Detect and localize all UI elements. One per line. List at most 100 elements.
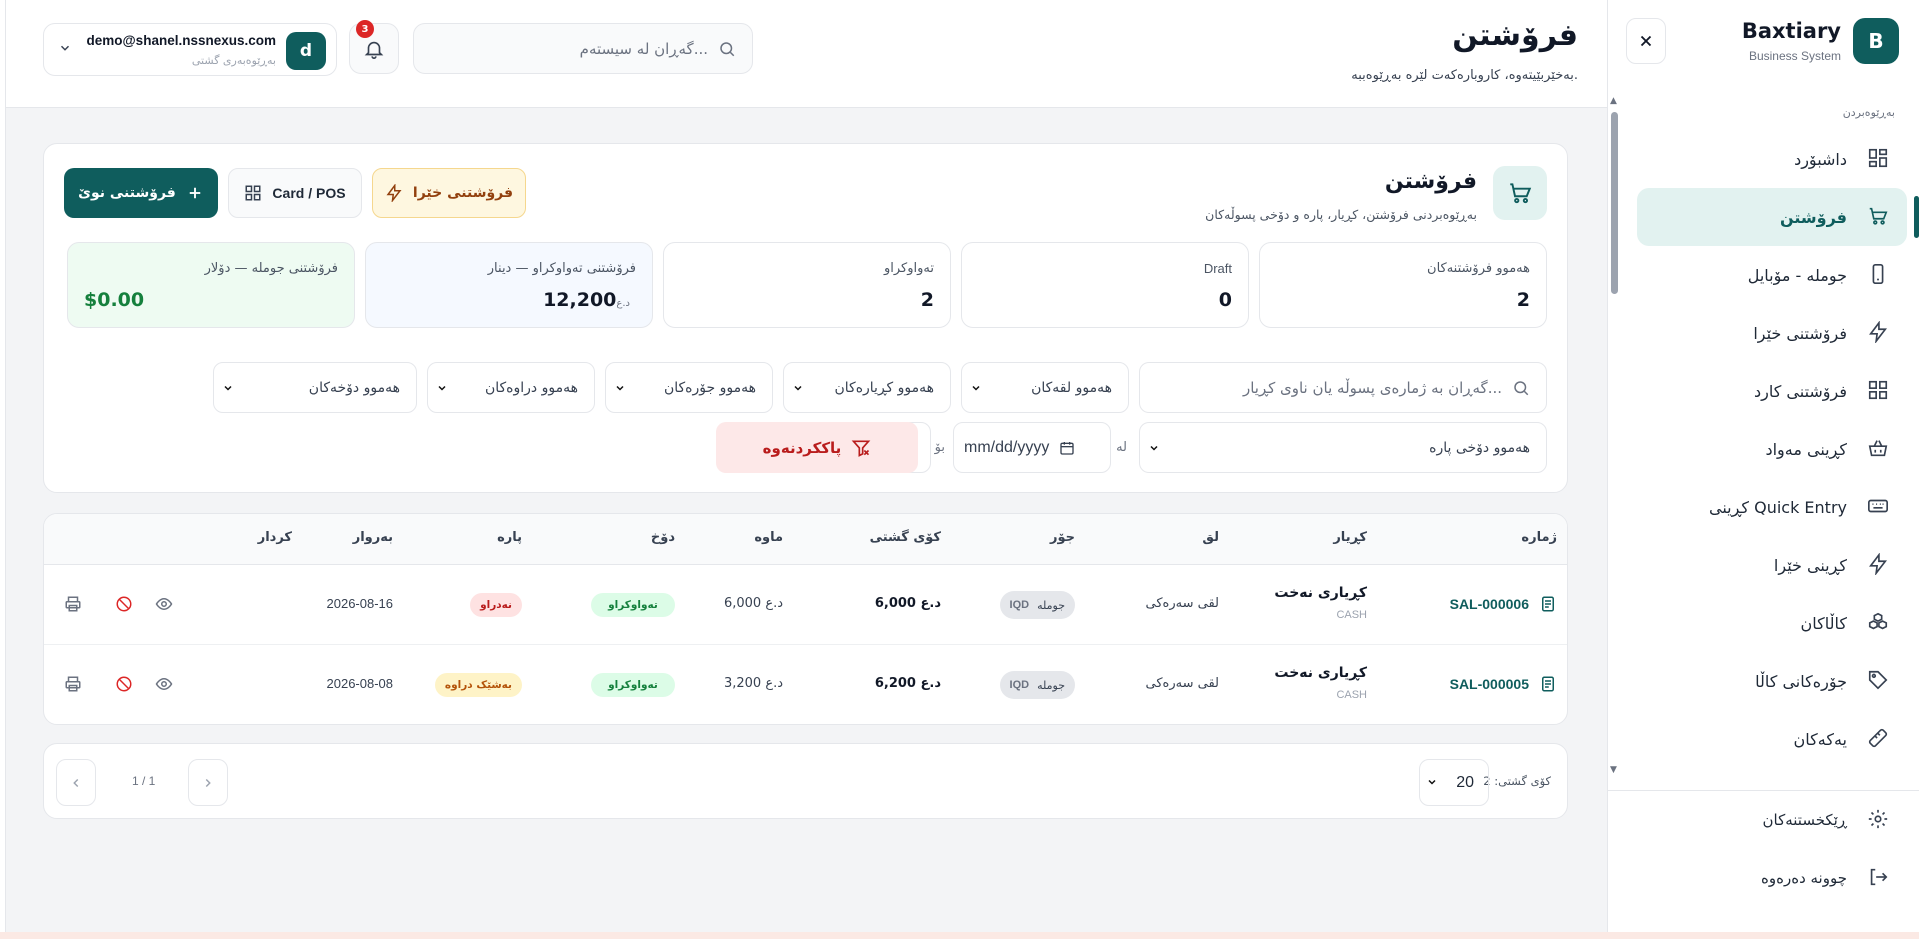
per-page-select[interactable]: 20: [1419, 759, 1489, 806]
currency-label: د.ع: [616, 298, 630, 309]
type-select[interactable]: هەموو جۆرەکان: [605, 362, 773, 413]
sidebar-item-dashboard[interactable]: داشبۆرد: [1607, 130, 1919, 188]
col-status: دۆخ: [650, 530, 675, 545]
main-area: فرۆشتن بەخێربێیتەوە، کاروبارەکەت لێرە بە…: [5, 0, 1607, 939]
branch-name: لقی سەرەکی: [1145, 676, 1219, 691]
payment-status-value: هەموو دۆخی پارە: [1429, 439, 1530, 456]
global-search-input[interactable]: گەڕان لە سیستەم...: [413, 23, 753, 74]
branch-select[interactable]: هەموو لقەکان: [961, 362, 1129, 413]
view-eye-icon[interactable]: [155, 675, 175, 695]
view-eye-icon[interactable]: [155, 595, 175, 615]
customer-select[interactable]: هەموو کڕیارەکان: [783, 362, 951, 413]
sidebar-item-purchase-materials[interactable]: کڕینی مەواد: [1607, 420, 1919, 478]
sidebar-item-wholesale-mobile[interactable]: جوملە - مۆبایل: [1607, 246, 1919, 304]
remaining-value: 3,200 د.ع: [723, 676, 783, 691]
sidebar-item-label: کڕینی مەواد: [1765, 439, 1847, 459]
sale-number-link[interactable]: SAL-000005: [1450, 676, 1529, 692]
sales-search-input[interactable]: گەڕان بە ژمارەی پسوڵە یان ناوی کڕیار...: [1139, 362, 1547, 413]
brand: Baxtiary Business System B: [1742, 18, 1899, 64]
stat-value-wrap: د.ع12,200: [543, 289, 636, 311]
next-page-button[interactable]: [188, 759, 228, 806]
new-sale-button[interactable]: فرۆشتنی نوێ: [64, 168, 218, 218]
pagination-bar: کۆی گشتی: 2 20 1 / 1: [43, 743, 1568, 819]
lightning-icon: [1867, 553, 1891, 577]
sale-number-link[interactable]: SAL-000006: [1450, 596, 1529, 612]
date-from-label: لە: [1116, 440, 1127, 455]
quick-sale-button[interactable]: فرۆشتنی خێرا: [372, 168, 526, 218]
ruler-icon: [1867, 727, 1891, 751]
sidebar-item-label: جوملە - مۆبایل: [1747, 265, 1847, 285]
user-email: demo@shanel.nssnexus.com: [86, 33, 276, 48]
sales-title: فرۆشتن: [1384, 169, 1477, 194]
chevron-left-icon: [69, 776, 83, 790]
grid-icon: [244, 184, 262, 202]
sidebar-item-sales[interactable]: فرۆشتن: [1637, 188, 1919, 246]
sidebar-item-label: فرۆشتنی کارد: [1753, 381, 1847, 401]
close-icon: [1637, 32, 1655, 50]
notifications-button[interactable]: 3: [349, 20, 399, 74]
type-select-value: هەموو جۆرەکان: [663, 379, 756, 396]
sidebar-item-settings[interactable]: ڕێکخستنەکان: [1607, 791, 1919, 849]
print-icon[interactable]: [64, 675, 84, 695]
boxes-icon: [1867, 611, 1891, 635]
dashboard-grid-icon: [1867, 147, 1891, 171]
currency-select[interactable]: هەموو دراوەکان: [427, 362, 595, 413]
payment-badge: بەشێک دراوە: [434, 673, 522, 697]
sidebar-item-label: ڕێکخستنەکان: [1762, 811, 1848, 829]
type-currency: IQD: [1009, 679, 1030, 691]
cart-icon: [1493, 166, 1547, 220]
sidebar-item-product-types[interactable]: جۆرەکانی کاڵا: [1607, 652, 1919, 710]
sidebar-item-units[interactable]: یەکەکان: [1607, 710, 1919, 768]
brand-name: Baxtiary: [1741, 19, 1841, 43]
lightning-icon: [385, 184, 403, 202]
sales-subtitle: بەڕێوەبردنی فرۆشتن، کڕیار، پارە و دۆخی پ…: [1205, 207, 1477, 222]
print-icon[interactable]: [64, 595, 84, 615]
prev-page-button[interactable]: [56, 759, 96, 806]
status-select[interactable]: هەموو دۆخەکان: [213, 362, 417, 413]
total-count-label: کۆی گشتی: 2: [1483, 774, 1551, 788]
quick-sale-label: فرۆشتنی خێرا: [412, 185, 514, 201]
new-sale-label: فرۆشتنی نوێ: [78, 185, 176, 201]
sidebar-item-products[interactable]: کاڵاکان: [1607, 594, 1919, 652]
reset-filters-button[interactable]: پاککردنەوە: [716, 422, 918, 473]
sidebar-item-card-sale[interactable]: فرۆشتنی کارد: [1607, 362, 1919, 420]
cancel-ban-icon[interactable]: [115, 675, 135, 695]
col-actions: کردار: [257, 530, 292, 545]
card-pos-button[interactable]: Card / POS: [228, 168, 362, 218]
remaining-value: 6,000 د.ع: [723, 596, 783, 611]
payment-status-select[interactable]: هەموو دۆخی پارە: [1139, 422, 1547, 473]
stat-completed: تەواوکراو 2: [663, 242, 951, 328]
sidebar-item-label: چوونە دەرەوە: [1761, 869, 1847, 887]
scroll-up-arrow[interactable]: ▲: [1610, 96, 1617, 106]
filter-clear-icon: [851, 438, 871, 458]
basket-icon: [1867, 437, 1891, 461]
cancel-ban-icon[interactable]: [115, 595, 135, 615]
col-type: جۆر: [1049, 530, 1075, 545]
table-row[interactable]: SAL-000006 کڕیاری نەخت CASH لقی سەرەکی I…: [44, 565, 1567, 645]
sidebar-item-logout[interactable]: چوونە دەرەوە: [1607, 849, 1919, 907]
gear-icon: [1867, 808, 1891, 832]
sales-search-placeholder: گەڕان بە ژمارەی پسوڵە یان ناوی کڕیار...: [1242, 378, 1502, 397]
brand-text: Baxtiary Business System: [1742, 19, 1841, 63]
col-customer: کڕیار: [1333, 530, 1367, 545]
sales-panel: فرۆشتن بەڕێوەبردنی فرۆشتن، کڕیار، پارە و…: [43, 143, 1568, 493]
sidebar-item-quick-entry[interactable]: کڕینی Quick Entry: [1607, 478, 1919, 536]
customer-sub: CASH: [1336, 609, 1367, 621]
sidebar-item-label: فرۆشتن: [1779, 207, 1847, 227]
close-sidebar-button[interactable]: [1626, 18, 1666, 64]
sidebar-item-quick-purchase[interactable]: کڕینی خێرا: [1607, 536, 1919, 594]
search-icon: [718, 40, 736, 58]
sidebar-item-quick-sale[interactable]: فرۆشتنی خێرا: [1607, 304, 1919, 362]
col-date: بەروار: [352, 530, 393, 545]
reset-filters-label: پاککردنەوە: [762, 438, 842, 457]
cart-icon: [1867, 205, 1891, 229]
grid-icon: [1867, 379, 1891, 403]
stat-all-sales: هەموو فرۆشتنەکان 2: [1259, 242, 1547, 328]
total-value: 6,000 د.ع: [874, 596, 941, 611]
user-menu-button[interactable]: d demo@shanel.nssnexus.com بەڕێوەبەری گش…: [43, 23, 337, 76]
keyboard-icon: [1867, 495, 1891, 519]
lightning-icon: [1867, 321, 1891, 345]
date-from-input[interactable]: mm/dd/yyyy: [953, 422, 1111, 473]
table-row[interactable]: SAL-000005 کڕیاری نەخت CASH لقی سەرەکی I…: [44, 645, 1567, 724]
per-page-value: 20: [1456, 773, 1474, 791]
